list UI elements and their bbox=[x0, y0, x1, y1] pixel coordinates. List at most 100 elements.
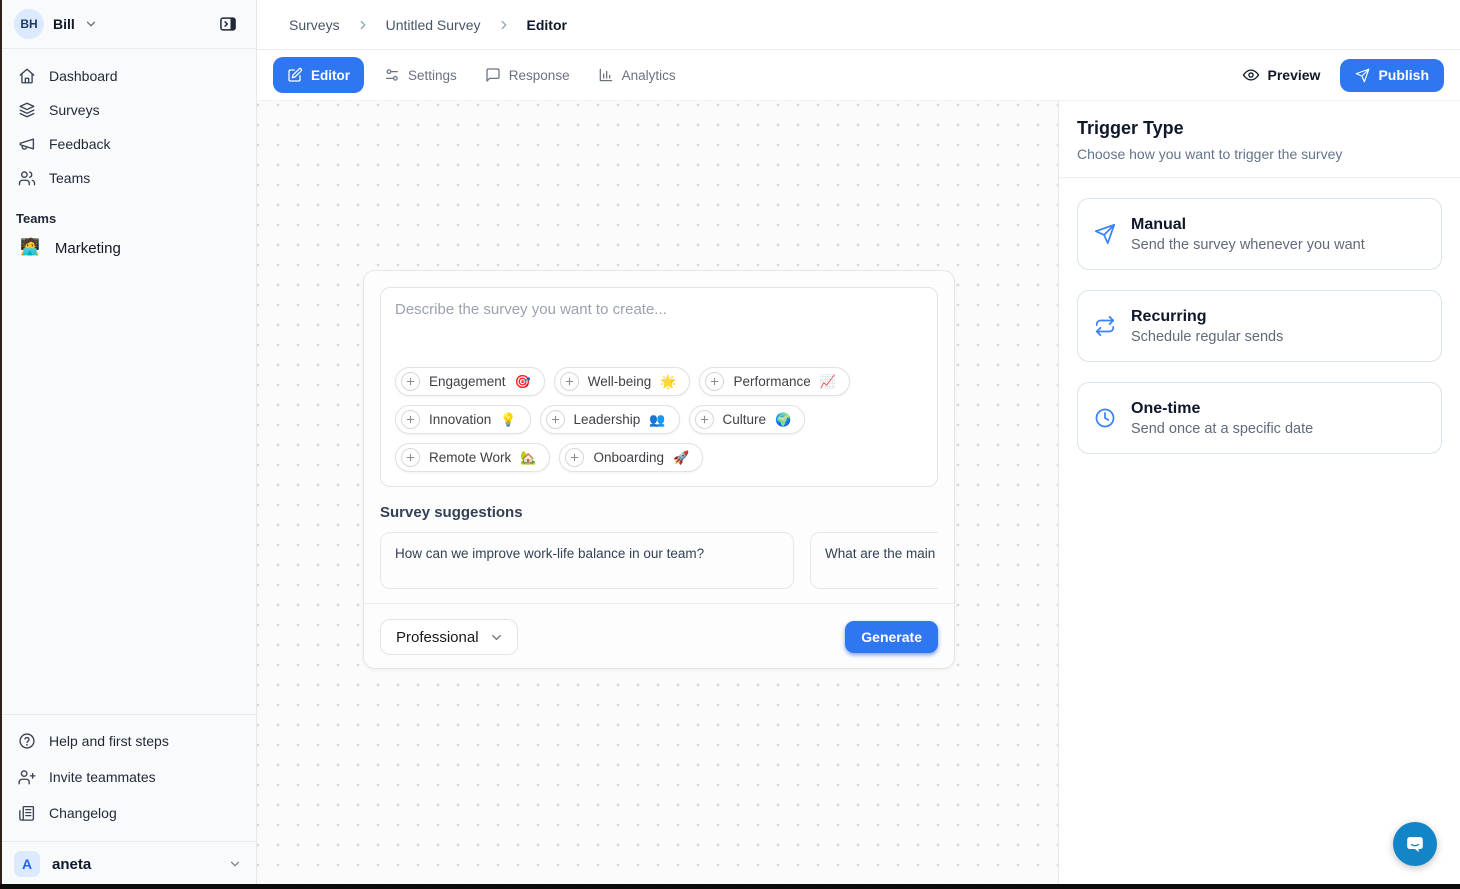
tab-settings[interactable]: Settings bbox=[370, 57, 471, 93]
layers-icon bbox=[18, 101, 36, 119]
megaphone-icon bbox=[18, 135, 36, 153]
sidebar-item-label: Dashboard bbox=[49, 68, 118, 84]
chip-emoji: 💡 bbox=[500, 413, 516, 426]
tone-select[interactable]: Professional bbox=[380, 619, 518, 655]
trigger-option-manual[interactable]: Manual Send the survey whenever you want bbox=[1077, 198, 1442, 270]
account-name: aneta bbox=[52, 856, 216, 873]
chip-label: Onboarding bbox=[593, 450, 664, 465]
teams-section-label: Teams bbox=[16, 211, 240, 226]
generator-footer: Professional Generate bbox=[380, 604, 938, 655]
workspace-name: Bill bbox=[53, 16, 75, 32]
chevron-right-icon bbox=[497, 18, 511, 32]
chevron-down-icon bbox=[489, 630, 504, 645]
sidebar-item-feedback[interactable]: Feedback bbox=[8, 127, 248, 161]
chip-label: Engagement bbox=[429, 374, 506, 389]
topic-chip-culture[interactable]: Culture 🌍 bbox=[689, 405, 806, 434]
sidebar-item-label: Invite teammates bbox=[49, 769, 156, 785]
chip-label: Remote Work bbox=[429, 450, 511, 465]
window-bottom-edge bbox=[0, 884, 1460, 889]
sidebar-item-dashboard[interactable]: Dashboard bbox=[8, 59, 248, 93]
chip-label: Performance bbox=[733, 374, 810, 389]
plus-icon bbox=[401, 372, 420, 391]
chip-emoji: 📈 bbox=[820, 375, 836, 388]
trigger-options: Manual Send the survey whenever you want… bbox=[1059, 178, 1460, 474]
suggestion-card[interactable]: How can we improve work-life balance in … bbox=[380, 532, 794, 589]
chip-emoji: 👥 bbox=[649, 413, 665, 426]
tab-label: Analytics bbox=[622, 68, 676, 83]
sidebar-item-marketing[interactable]: 🧑‍💻 Marketing bbox=[8, 230, 248, 266]
topic-chip-performance[interactable]: Performance 📈 bbox=[699, 367, 849, 396]
breadcrumb-surveys[interactable]: Surveys bbox=[289, 17, 340, 33]
option-title: Recurring bbox=[1131, 308, 1283, 326]
publish-button[interactable]: Publish bbox=[1340, 59, 1444, 92]
sidebar-footer: Help and first steps Invite teammates Ch… bbox=[0, 714, 256, 835]
topic-chip-engagement[interactable]: Engagement 🎯 bbox=[395, 367, 545, 396]
tab-label: Response bbox=[509, 68, 570, 83]
plus-icon bbox=[705, 372, 724, 391]
option-description: Schedule regular sends bbox=[1131, 329, 1283, 345]
plus-icon bbox=[695, 410, 714, 429]
app-root: BH Bill Dashboard Surveys bbox=[0, 0, 1460, 889]
option-description: Send once at a specific date bbox=[1131, 421, 1313, 437]
preview-label: Preview bbox=[1268, 67, 1321, 83]
chip-emoji: 🌟 bbox=[660, 375, 676, 388]
message-icon bbox=[485, 67, 501, 83]
account-switcher[interactable]: A aneta bbox=[0, 841, 256, 889]
preview-button[interactable]: Preview bbox=[1232, 60, 1331, 90]
panel-subtitle: Choose how you want to trigger the surve… bbox=[1077, 146, 1442, 162]
sidebar-item-surveys[interactable]: Surveys bbox=[8, 93, 248, 127]
window-left-edge bbox=[0, 0, 2, 889]
trigger-panel-header: Trigger Type Choose how you want to trig… bbox=[1059, 101, 1460, 178]
topic-chip-remote-work[interactable]: Remote Work 🏡 bbox=[395, 443, 550, 472]
newspaper-icon bbox=[18, 804, 36, 822]
content-area: Engagement 🎯 Well-being 🌟 Performance bbox=[257, 101, 1460, 889]
sidebar-item-help[interactable]: Help and first steps bbox=[8, 723, 248, 759]
chip-emoji: 🏡 bbox=[520, 451, 536, 464]
sidebar-item-label: Changelog bbox=[49, 805, 117, 821]
breadcrumb-current-page: Editor bbox=[527, 17, 567, 33]
topic-chip-onboarding[interactable]: Onboarding 🚀 bbox=[559, 443, 703, 472]
chat-widget-button[interactable] bbox=[1393, 822, 1437, 866]
sidebar-toggle-button[interactable] bbox=[212, 8, 244, 40]
chat-bubble-icon bbox=[1404, 833, 1426, 855]
sidebar: BH Bill Dashboard Surveys bbox=[0, 0, 257, 889]
panel-title: Trigger Type bbox=[1077, 118, 1442, 139]
workspace-row: BH Bill bbox=[0, 0, 256, 49]
help-circle-icon bbox=[18, 732, 36, 750]
generate-button[interactable]: Generate bbox=[845, 621, 938, 653]
workspace-switcher[interactable]: BH Bill bbox=[14, 9, 98, 39]
plus-icon bbox=[546, 410, 565, 429]
topic-chip-innovation[interactable]: Innovation 💡 bbox=[395, 405, 531, 434]
home-icon bbox=[18, 67, 36, 85]
tab-editor[interactable]: Editor bbox=[273, 57, 364, 93]
topic-chip-leadership[interactable]: Leadership 👥 bbox=[540, 405, 680, 434]
eye-icon bbox=[1242, 66, 1260, 84]
suggestion-card[interactable]: What are the main ob bbox=[810, 532, 938, 589]
send-icon bbox=[1094, 223, 1116, 245]
chip-label: Culture bbox=[723, 412, 767, 427]
tab-response[interactable]: Response bbox=[471, 57, 584, 93]
sidebar-item-invite[interactable]: Invite teammates bbox=[8, 759, 248, 795]
trigger-option-one-time[interactable]: One-time Send once at a specific date bbox=[1077, 382, 1442, 454]
account-avatar: A bbox=[14, 851, 40, 877]
plus-icon bbox=[565, 448, 584, 467]
publish-label: Publish bbox=[1378, 67, 1429, 83]
breadcrumb-survey-name[interactable]: Untitled Survey bbox=[386, 17, 481, 33]
sidebar-item-label: Teams bbox=[49, 170, 90, 186]
tab-label: Editor bbox=[311, 68, 350, 83]
sidebar-item-changelog[interactable]: Changelog bbox=[8, 795, 248, 831]
tab-analytics[interactable]: Analytics bbox=[584, 57, 690, 93]
plus-icon bbox=[560, 372, 579, 391]
trigger-option-recurring[interactable]: Recurring Schedule regular sends bbox=[1077, 290, 1442, 362]
survey-prompt-input[interactable] bbox=[395, 301, 923, 367]
repeat-icon bbox=[1094, 315, 1116, 337]
tone-selected-value: Professional bbox=[396, 629, 479, 646]
suggestions-label: Survey suggestions bbox=[380, 504, 938, 521]
prompt-box: Engagement 🎯 Well-being 🌟 Performance bbox=[380, 287, 938, 487]
users-icon bbox=[18, 169, 36, 187]
send-icon bbox=[1355, 68, 1370, 83]
topic-chip-wellbeing[interactable]: Well-being 🌟 bbox=[554, 367, 691, 396]
suggestions-row: How can we improve work-life balance in … bbox=[380, 532, 938, 589]
sidebar-item-teams[interactable]: Teams bbox=[8, 161, 248, 195]
chip-emoji: 🌍 bbox=[775, 413, 791, 426]
